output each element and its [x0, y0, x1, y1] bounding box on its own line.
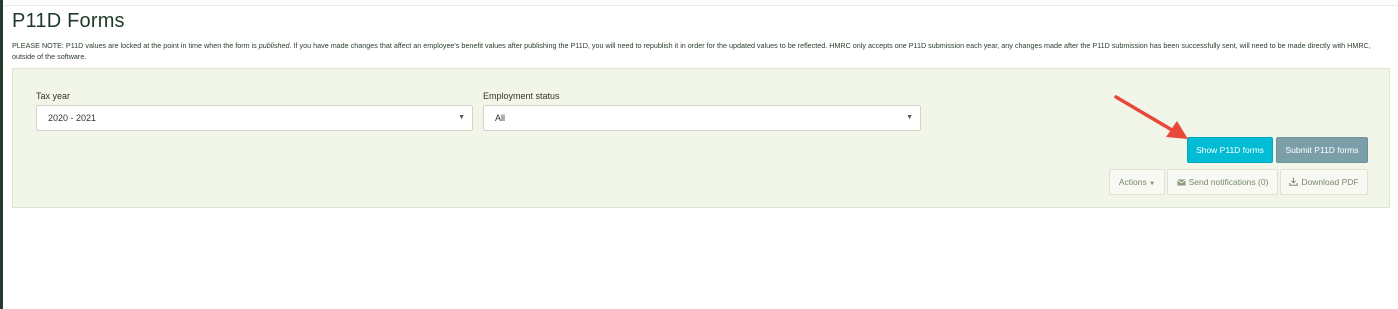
- tax-year-label: Tax year: [36, 91, 71, 101]
- tax-year-value: 2020 - 2021: [48, 113, 97, 123]
- envelope-icon: [1176, 171, 1186, 195]
- download-pdf-label: Download PDF: [1301, 177, 1359, 187]
- left-edge-bar: [0, 0, 3, 309]
- caret-down-icon: ▼: [458, 114, 465, 121]
- page-title: P11D Forms: [12, 10, 125, 32]
- notice-text: PLEASE NOTE: P11D values are locked at t…: [12, 40, 1390, 62]
- annotation-arrow-icon: [1114, 95, 1188, 139]
- tax-year-select[interactable]: 2020 - 2021 ▼: [36, 105, 473, 131]
- download-icon: [1289, 171, 1299, 195]
- show-p11d-forms-button[interactable]: Show P11D forms: [1187, 137, 1273, 163]
- send-notifications-button[interactable]: Send notifications (0): [1167, 169, 1278, 195]
- notice-part1: PLEASE NOTE: P11D values are locked at t…: [12, 41, 259, 50]
- caret-down-icon: ▼: [906, 114, 913, 121]
- actions-dropdown-button[interactable]: Actions ▼: [1109, 169, 1165, 195]
- employment-status-value: All: [495, 113, 506, 123]
- notice-emphasis: published: [258, 41, 290, 50]
- top-divider: [3, 5, 1398, 6]
- caret-down-icon: ▼: [1149, 181, 1156, 187]
- employment-status-label: Employment status: [483, 91, 560, 101]
- actions-label: Actions: [1118, 177, 1147, 187]
- employment-status-select[interactable]: All ▼: [483, 105, 921, 131]
- download-pdf-button[interactable]: Download PDF: [1280, 169, 1368, 195]
- send-notifications-label: Send notifications (0): [1188, 177, 1269, 187]
- submit-p11d-forms-button[interactable]: Submit P11D forms: [1276, 137, 1368, 163]
